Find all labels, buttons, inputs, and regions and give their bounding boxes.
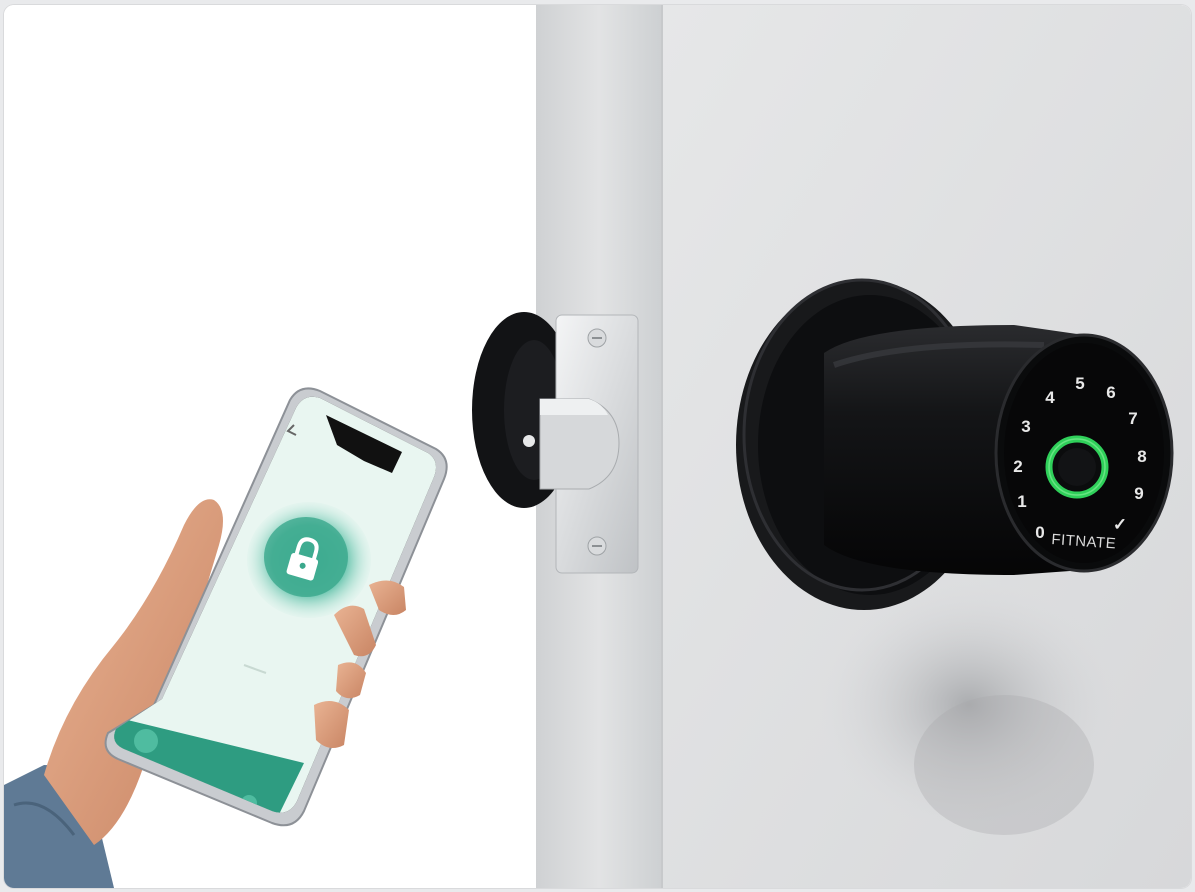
image-frame: FITNATE 1 2 3 4 5 6 7 8 9 0 ✓ (4, 5, 1191, 888)
product-photo (4, 5, 1191, 888)
key-icon (134, 729, 158, 753)
